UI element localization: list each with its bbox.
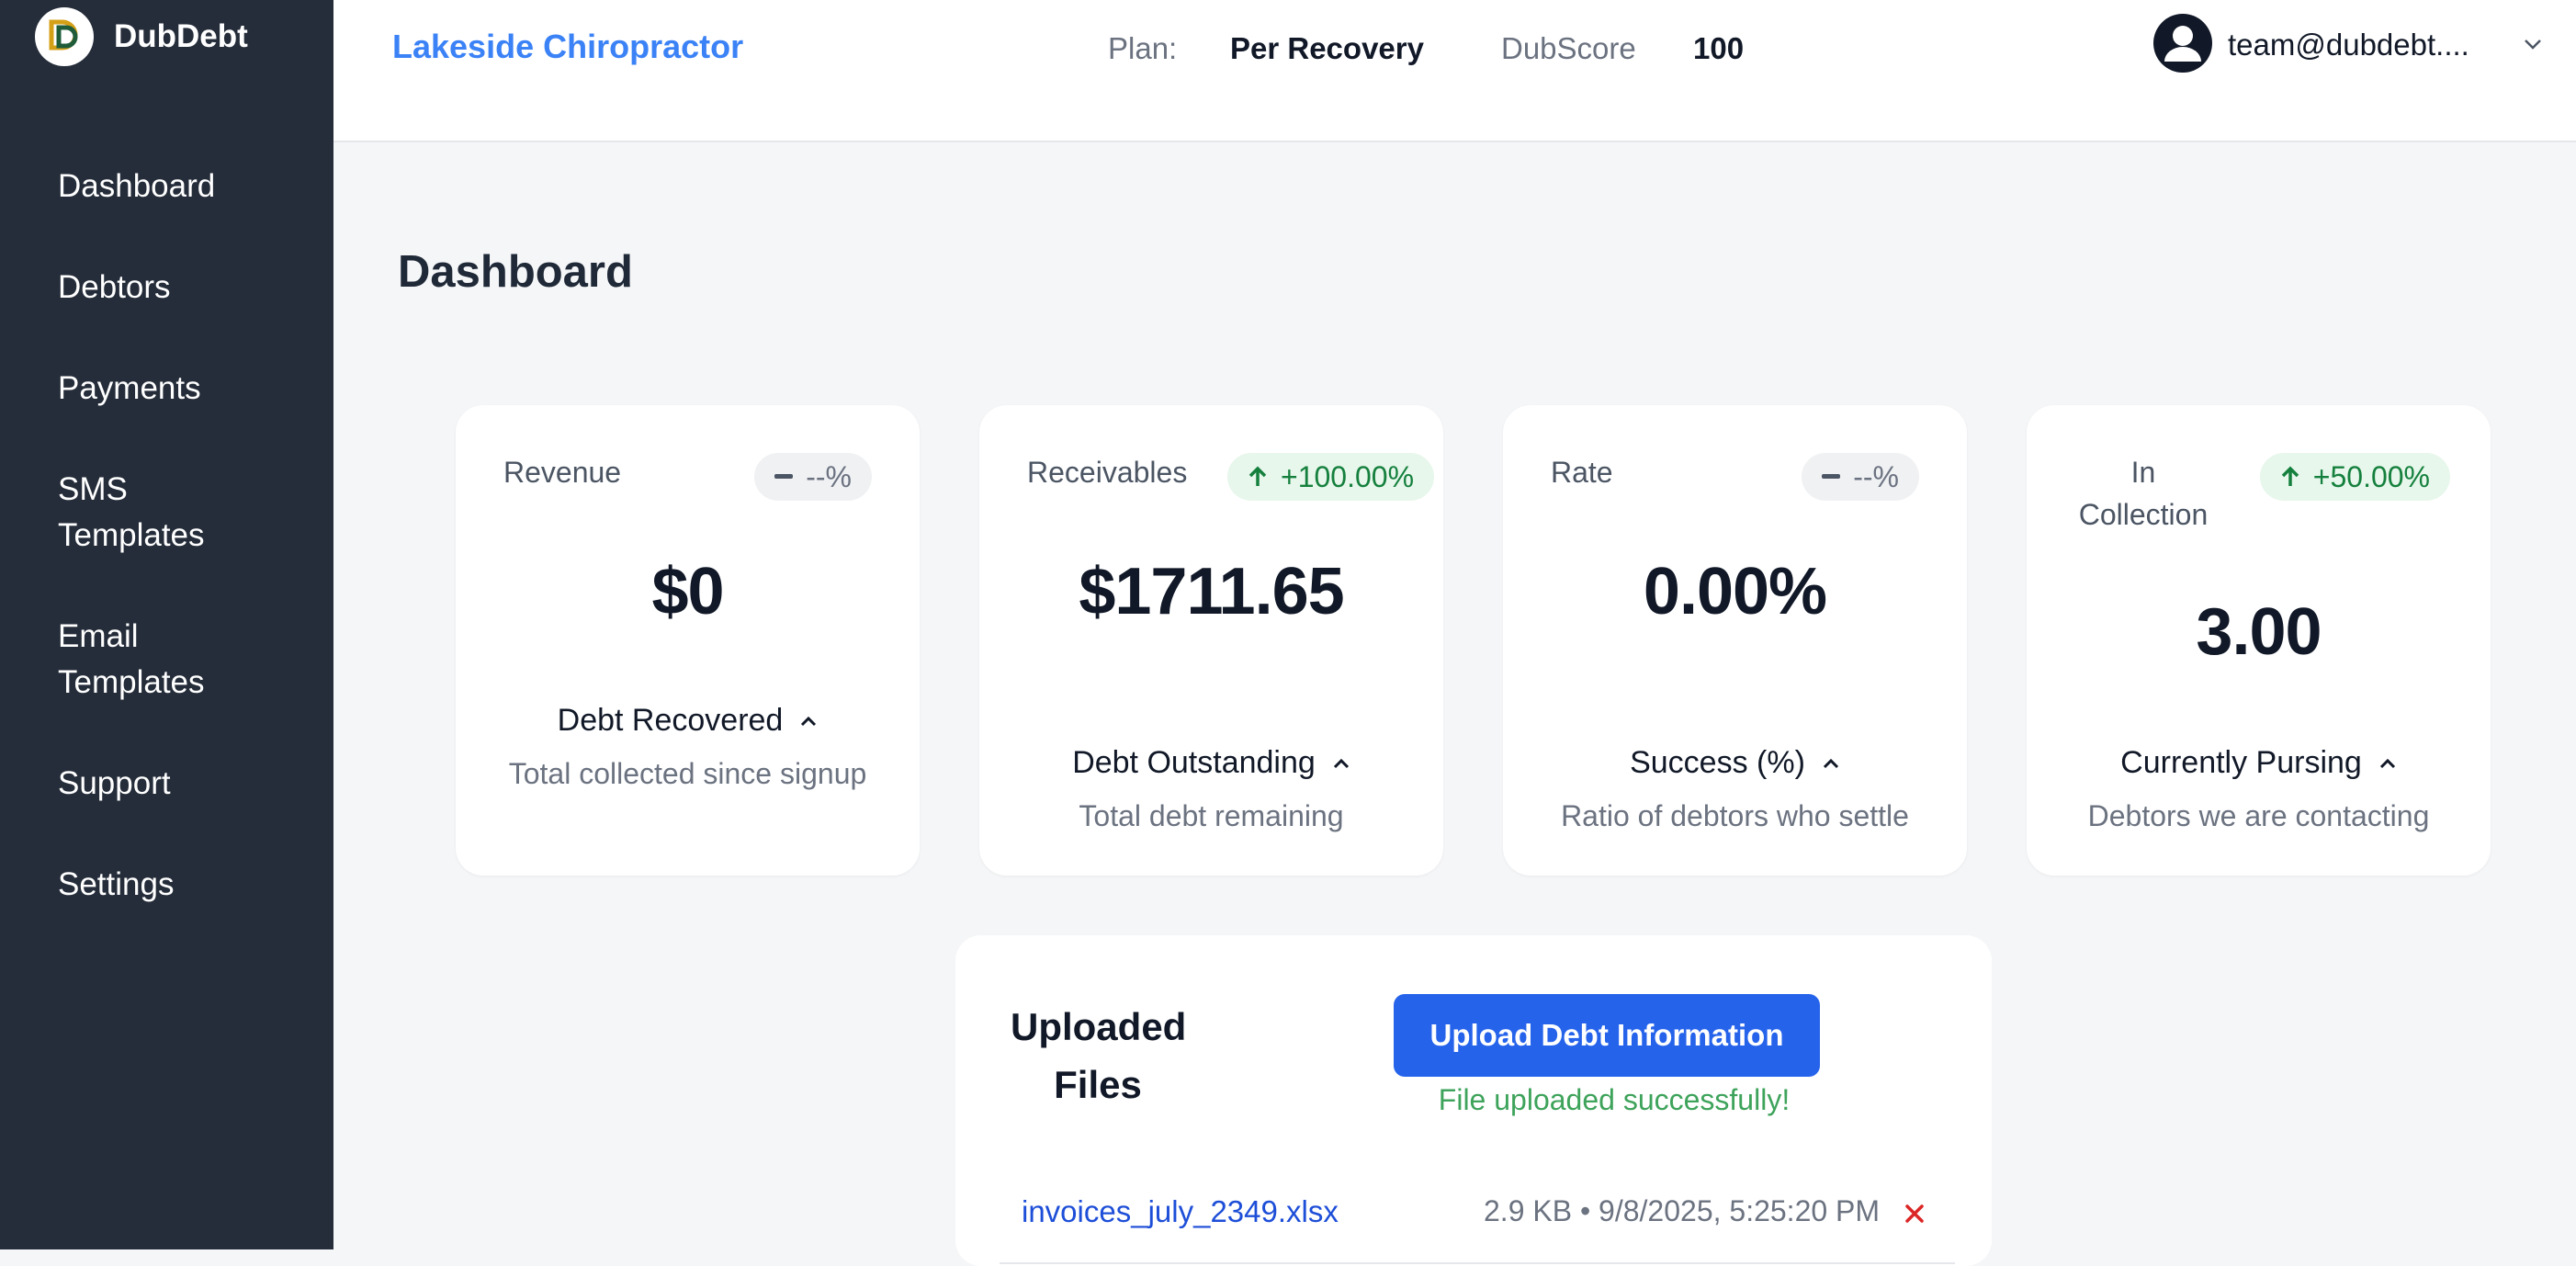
card-footer-toggle[interactable]: Success (%) — [1503, 745, 1967, 781]
arrow-up-icon — [2280, 466, 2300, 488]
card-footer-title: Success (%) — [1630, 745, 1805, 780]
trend-badge: +50.00% — [2259, 453, 2450, 501]
organization-name[interactable]: Lakeside Chiropractor — [392, 28, 743, 66]
dubscore-value: 100 — [1693, 31, 1745, 65]
metric-card-rate: Rate --% 0.00% Success (%) Ratio of debt… — [1503, 405, 1967, 876]
trend-badge: --% — [754, 453, 872, 501]
plan-value: Per Recovery — [1230, 31, 1424, 65]
card-footer-toggle[interactable]: Currently Pursing — [2027, 745, 2491, 781]
upload-debt-information-button[interactable]: Upload Debt Information — [1394, 994, 1820, 1077]
arrow-up-icon — [1248, 466, 1268, 488]
card-footer-toggle[interactable]: Debt Outstanding — [979, 745, 1443, 781]
card-label: Rate — [1551, 456, 1613, 489]
file-row: invoices_july_2349.xlsx 2.9 KB • 9/8/202… — [1000, 1172, 1955, 1264]
sidebar-item-payments[interactable]: Payments — [58, 366, 201, 412]
file-meta: 2.9 KB • 9/8/2025, 5:25:20 PM — [1484, 1194, 1881, 1227]
page-title: Dashboard — [398, 247, 633, 297]
card-value: $0 — [651, 555, 724, 628]
uploaded-files-title: Uploaded Files — [1011, 1005, 1187, 1106]
card-value: 3.00 — [2196, 595, 2322, 669]
plan-label: Plan: — [1108, 31, 1178, 65]
uploaded-files-panel: Uploaded Files Upload Debt Information F… — [955, 935, 1992, 1266]
card-description: Total collected since signup — [508, 757, 867, 790]
close-icon[interactable] — [1904, 1204, 1925, 1228]
card-footer-toggle[interactable]: Debt Recovered — [456, 703, 920, 739]
card-description: Ratio of debtors who settle — [1561, 799, 1909, 832]
trend-badge-value: +50.00% — [2312, 459, 2430, 493]
brand-name: DubDebt — [114, 18, 248, 54]
card-footer-title: Debt Recovered — [557, 703, 784, 738]
card-description: Debtors we are contacting — [2087, 799, 2430, 832]
card-description: Total debt remaining — [1079, 799, 1344, 832]
card-footer-title: Currently Pursing — [2120, 745, 2362, 780]
card-label: In Collection — [2078, 456, 2209, 531]
metric-card-in-collection: In Collection +50.00% 3.00 Currently Pur… — [2027, 405, 2491, 876]
metric-card-revenue: Revenue --% $0 Debt Recovered Total coll… — [456, 405, 920, 876]
top-header: Lakeside Chiropractor Plan: Per Recovery… — [333, 0, 2576, 142]
dubdebt-logo-icon — [35, 7, 94, 66]
user-email: team@dubdebt.... — [2228, 28, 2469, 62]
card-label: Revenue — [503, 456, 622, 489]
dubscore-label: DubScore — [1501, 31, 1636, 65]
card-value: 0.00% — [1643, 555, 1827, 628]
user-avatar-icon — [2152, 13, 2213, 78]
sidebar-item-debtors[interactable]: Debtors — [58, 265, 171, 311]
trend-badge-value: +100.00% — [1281, 459, 1415, 493]
trend-badge-value: --% — [1853, 459, 1899, 493]
upload-status-message: File uploaded successfully! — [1438, 1083, 1791, 1116]
chevron-down-icon[interactable] — [2522, 33, 2544, 60]
chevron-up-icon — [1822, 757, 1840, 770]
trend-badge: --% — [1802, 453, 1919, 501]
metric-card-receivables: Receivables +100.00% $1711.65 Debt Outst… — [979, 405, 1443, 876]
sidebar-item-support[interactable]: Support — [58, 761, 171, 807]
minus-icon — [774, 474, 794, 480]
minus-icon — [1822, 474, 1841, 480]
trend-badge-value: --% — [806, 459, 852, 493]
card-footer-title: Debt Outstanding — [1072, 745, 1316, 780]
sidebar-item-settings[interactable]: Settings — [58, 862, 174, 908]
trend-badge: +100.00% — [1227, 453, 1435, 501]
sidebar: DubDebt Dashboard Debtors Payments SMS T… — [0, 0, 333, 1249]
file-name-link[interactable]: invoices_july_2349.xlsx — [1022, 1194, 1339, 1229]
sidebar-item-dashboard[interactable]: Dashboard — [58, 164, 215, 209]
chevron-up-icon — [799, 715, 818, 728]
chevron-up-icon — [2378, 757, 2397, 770]
sidebar-item-sms-templates[interactable]: SMS Templates — [58, 467, 205, 559]
card-value: $1711.65 — [1079, 555, 1344, 628]
user-menu[interactable]: team@dubdebt.... — [2152, 13, 2469, 78]
chevron-up-icon — [1332, 757, 1350, 770]
sidebar-item-email-templates[interactable]: Email Templates — [58, 614, 205, 706]
card-label: Receivables — [1027, 456, 1188, 489]
brand[interactable]: DubDebt — [35, 7, 248, 66]
